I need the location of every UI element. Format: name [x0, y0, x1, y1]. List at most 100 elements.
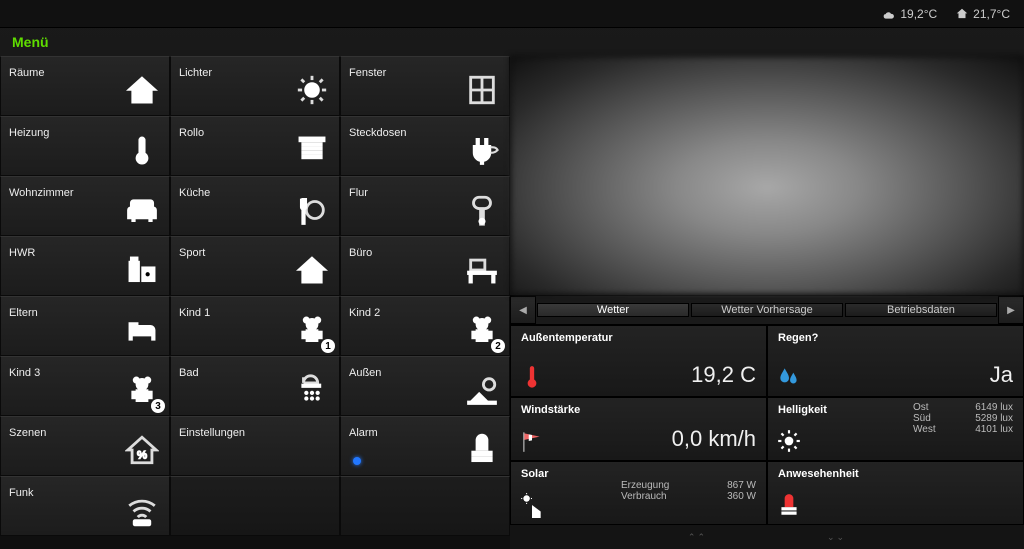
tile-label: Einstellungen — [179, 427, 245, 439]
tab-next[interactable]: ▶ — [998, 296, 1024, 324]
tile-hwr[interactable]: HWR — [0, 236, 170, 296]
tab-wetter[interactable]: Wetter — [537, 303, 689, 317]
alarm-light-icon — [776, 492, 802, 518]
thermo-icon — [123, 131, 161, 169]
tile-lichter[interactable]: Lichter — [170, 56, 340, 116]
tile-einstellungen[interactable]: Einstellungen — [170, 416, 340, 476]
tile-label: Bad — [179, 367, 199, 379]
tab-betriebsdaten[interactable]: Betriebsdaten — [845, 303, 997, 317]
tile-kind-1[interactable]: Kind 1 1 — [170, 296, 340, 356]
weather-icon — [882, 7, 896, 21]
tile-empty-23 — [340, 476, 510, 536]
brightness-table: Ost6149 luxSüd5289 luxWest4101 lux — [913, 402, 1013, 435]
tile-label: Büro — [349, 247, 372, 259]
indoor-temp-value: 21,7°C — [973, 7, 1010, 21]
panel-wind[interactable]: Windstärke 0,0 km/h — [510, 397, 767, 461]
tile-alarm[interactable]: Alarm — [340, 416, 510, 476]
tile-wohnzimmer[interactable]: Wohnzimmer — [0, 176, 170, 236]
status-bar: 19,2°C 21,7°C — [0, 0, 1024, 28]
tile-label: Wohnzimmer — [9, 187, 74, 199]
panel-temp[interactable]: Außentemperatur 19,2 C — [510, 325, 767, 397]
lux-row: West4101 lux — [913, 424, 1013, 435]
pager-down[interactable]: ⌄⌄ — [827, 532, 846, 543]
tile-szenen[interactable]: Szenen — [0, 416, 170, 476]
tile-label: Küche — [179, 187, 210, 199]
tile-flur[interactable]: Flur — [340, 176, 510, 236]
utility-icon — [123, 251, 161, 289]
badge: 1 — [321, 339, 335, 353]
tile-empty-22 — [170, 476, 340, 536]
pager-up[interactable]: ⌃⌃ — [688, 532, 707, 543]
tile-label: Räume — [9, 67, 44, 79]
housepct-icon — [123, 431, 161, 469]
siren-icon — [463, 431, 501, 469]
tile-räume[interactable]: Räume — [0, 56, 170, 116]
temp-label: Außentemperatur — [521, 332, 756, 344]
panel-brightness[interactable]: Helligkeit Ost6149 luxSüd5289 luxWest410… — [767, 397, 1024, 461]
lux-row: Ost6149 lux — [913, 402, 1013, 413]
solar-row: Erzeugung867 W — [621, 480, 756, 491]
plug-icon — [463, 131, 501, 169]
lux-row: Süd5289 lux — [913, 413, 1013, 424]
solar-table: Erzeugung867 WVerbrauch360 W — [621, 480, 756, 502]
tile-label: Fenster — [349, 67, 386, 79]
house-icon — [123, 71, 161, 109]
tile-steckdosen[interactable]: Steckdosen — [340, 116, 510, 176]
window-icon — [463, 71, 501, 109]
doorhandle-icon — [463, 191, 501, 229]
raindrop-icon — [776, 364, 802, 390]
panel-presence[interactable]: Anwesehenheit — [767, 461, 1024, 525]
wind-label: Windstärke — [521, 404, 756, 416]
bulb-icon — [293, 71, 331, 109]
desk-icon — [463, 251, 501, 289]
solar-label: Solar — [521, 468, 756, 480]
tile-büro[interactable]: Büro — [340, 236, 510, 296]
wifi-icon — [123, 491, 161, 529]
tab-prev[interactable]: ◀ — [510, 296, 536, 324]
tile-funk[interactable]: Funk — [0, 476, 170, 536]
tile-heizung[interactable]: Heizung — [0, 116, 170, 176]
tile-grid: Räume Lichter Fenster Heizung Rollo Steckdose… — [0, 56, 510, 549]
tile-rollo[interactable]: Rollo — [170, 116, 340, 176]
status-outdoor: 19,2°C — [882, 7, 937, 21]
outdoor-icon — [463, 371, 501, 409]
solar-house-icon — [519, 492, 545, 518]
tile-kind-2[interactable]: Kind 22 — [340, 296, 510, 356]
menu-title: Menü — [0, 28, 1024, 56]
tile-label: Szenen — [9, 427, 46, 439]
tile-küche[interactable]: Küche — [170, 176, 340, 236]
tile-label: Alarm — [349, 427, 378, 439]
rain-label: Regen? — [778, 332, 1013, 344]
tile-label: Kind 3 — [9, 367, 40, 379]
camera-preview[interactable] — [510, 56, 1024, 295]
tile-label: Sport — [179, 247, 205, 259]
status-dot — [353, 457, 361, 465]
tile-label: Heizung — [9, 127, 49, 139]
tile-label: Flur — [349, 187, 368, 199]
bed-icon — [123, 311, 161, 349]
tile-eltern[interactable]: Eltern — [0, 296, 170, 356]
weather-panels: Außentemperatur 19,2 C Regen? Ja Windstä… — [510, 325, 1024, 525]
tile-label: Funk — [9, 487, 33, 499]
panel-rain[interactable]: Regen? Ja — [767, 325, 1024, 397]
tab-wetter-vorhersage[interactable]: Wetter Vorhersage — [691, 303, 843, 317]
shower-icon — [293, 371, 331, 409]
rain-value: Ja — [990, 362, 1013, 388]
tile-label: Kind 1 — [179, 307, 210, 319]
tile-außen[interactable]: Außen — [340, 356, 510, 416]
tile-bad[interactable]: Bad — [170, 356, 340, 416]
home-icon — [955, 7, 969, 21]
tile-kind-3[interactable]: Kind 33 — [0, 356, 170, 416]
panel-solar[interactable]: Solar Erzeugung867 WVerbrauch360 W — [510, 461, 767, 525]
tile-fenster[interactable]: Fenster — [340, 56, 510, 116]
tile-label: Außen — [349, 367, 381, 379]
house-icon — [293, 251, 331, 289]
status-indoor: 21,7°C — [955, 7, 1010, 21]
tile-label: Rollo — [179, 127, 204, 139]
tile-label: Lichter — [179, 67, 212, 79]
tile-sport[interactable]: Sport — [170, 236, 340, 296]
tile-label: Eltern — [9, 307, 38, 319]
sofa-icon — [123, 191, 161, 229]
badge: 2 — [491, 339, 505, 353]
footer-pager: ⌃⌃ ⌄⌄ — [510, 525, 1024, 549]
